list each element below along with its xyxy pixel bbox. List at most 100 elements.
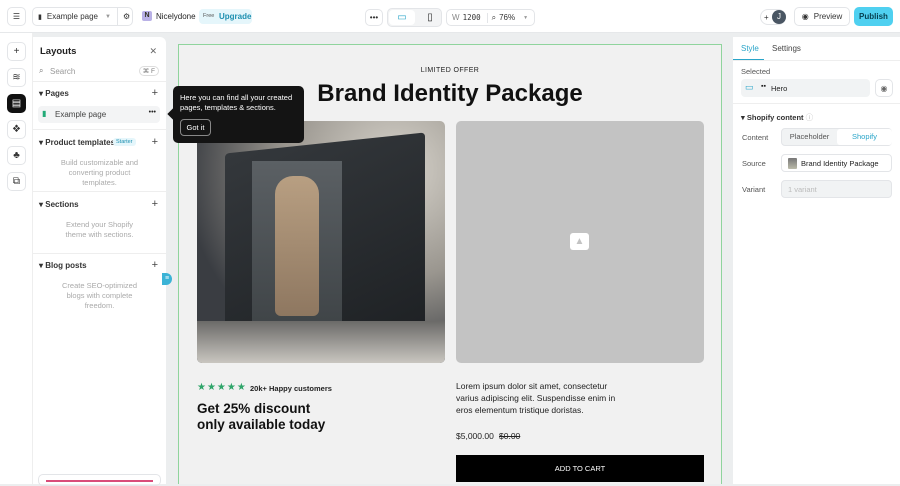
eye-icon: ◉ [801, 12, 809, 21]
blog-posts-desc: Create SEO-optimized blogs with complete… [61, 281, 138, 310]
width-label: W [452, 13, 460, 22]
source-value: Brand Identity Package [801, 158, 879, 168]
workspace-name[interactable]: Nicelydone [156, 12, 196, 21]
zoom-select[interactable]: 76% [499, 13, 515, 22]
shopify-content-title: Shopify content [746, 113, 804, 122]
bottom-card [38, 474, 161, 486]
upgrade-link[interactable]: Upgrade [219, 12, 251, 21]
close-icon[interactable]: ✕ [149, 46, 157, 57]
layers-button[interactable]: ≋ [7, 68, 26, 87]
page-icon: ▮ [42, 109, 47, 118]
image-placeholder: ▲ [456, 121, 704, 363]
variant-label: Variant [742, 185, 766, 194]
mobile-view-button[interactable]: ▯ [418, 10, 442, 25]
components-icon: ❖ [12, 124, 21, 135]
got-it-button[interactable]: Got it [180, 119, 211, 136]
product-templates-title: Product templates [45, 138, 116, 147]
inspector-panel: Style Settings Selected ▭ ▪▪ Hero ◉ ▾ Sh… [733, 37, 900, 484]
eyebrow-text: LIMITED OFFER [420, 67, 480, 74]
upgrade-badge[interactable]: Free Upgrade [199, 9, 252, 24]
more-icon: ••• [369, 13, 379, 22]
product-templates-header[interactable]: ▾ Product templates [39, 138, 115, 147]
source-select[interactable]: Brand Identity Package [781, 154, 892, 172]
zoom-icon: ⌕ [486, 12, 496, 23]
canvas-size-control: W 1200 ⌕ 76% ▼ [446, 9, 535, 26]
selected-element[interactable]: ▭ ▪▪ Hero [741, 79, 870, 97]
add-section-icon[interactable]: + [152, 198, 158, 210]
layouts-panel: Layouts ✕ ⌕ Search ⌘ F ▾ Pages + ▮ Examp… [33, 37, 166, 486]
image-icon: ▲ [570, 233, 589, 250]
blog-posts-title: Blog posts [45, 261, 87, 270]
page-item-label: Example page [55, 110, 107, 119]
compare-price: $0.00 [499, 431, 521, 441]
product-templates-desc: Build customizable and converting produc… [60, 158, 139, 187]
tab-settings[interactable]: Settings [772, 44, 801, 53]
components-button[interactable]: ❖ [7, 120, 26, 139]
media-button[interactable]: ⧉ [7, 172, 26, 191]
plus-icon: + [764, 12, 769, 22]
chevron-down-icon: ▼ [523, 14, 529, 21]
shopify-option[interactable]: Shopify [837, 129, 892, 145]
sections-desc: Extend your Shopify theme with sections. [65, 220, 134, 239]
add-page-icon[interactable]: + [152, 87, 158, 99]
add-blog-icon[interactable]: + [152, 259, 158, 271]
onboarding-tooltip: Here you can find all your created pages… [167, 86, 304, 143]
product-thumbnail [788, 157, 797, 169]
page-settings-icon[interactable]: ⚙ [117, 8, 130, 25]
sections-title: Sections [45, 200, 79, 209]
publish-button[interactable]: Publish [854, 7, 893, 26]
list-item[interactable]: ▮ Example page ••• [38, 106, 160, 123]
add-element-button[interactable]: + [7, 42, 26, 61]
visibility-toggle[interactable]: ◉ [875, 79, 893, 97]
device-toggle: ▭ ▯ [387, 8, 442, 27]
mobile-icon: ▯ [427, 12, 433, 23]
blog-posts-header[interactable]: ▾ Blog posts [39, 261, 87, 270]
pages-header[interactable]: ▾ Pages [39, 89, 69, 98]
width-input[interactable]: 1200 [463, 13, 481, 22]
variant-select[interactable]: 1 variant [781, 180, 892, 198]
more-icon[interactable]: ••• [149, 109, 156, 116]
product-image [197, 121, 445, 363]
shopify-content-header[interactable]: ▾ Shopify content ⓘ [741, 112, 813, 123]
menu-button[interactable]: ☰ [7, 7, 26, 26]
layers-icon: ≋ [12, 72, 21, 83]
page-selector[interactable]: ▮ Example page ▼ ⚙ [32, 7, 133, 26]
menu-icon: ☰ [12, 12, 21, 21]
section-icon: ▪▪ [761, 83, 766, 90]
source-label: Source [742, 159, 766, 168]
layouts-button[interactable]: ▤ [7, 94, 26, 113]
media-icon: ⧉ [12, 176, 21, 187]
content-toggle: Placeholder Shopify [781, 128, 892, 146]
tab-style[interactable]: Style [741, 44, 759, 53]
starter-badge: Starter [113, 138, 136, 146]
panel-resize-handle[interactable]: ≡ [162, 273, 172, 285]
tool-rail: + ≋ ▤ ❖ ♣ ⧉ [0, 33, 33, 484]
search-icon: ⌕ [39, 66, 44, 75]
page-icon: ▮ [38, 13, 42, 21]
product-description: Lorem ipsum dolor sit amet, consectetur … [456, 381, 616, 415]
preview-button[interactable]: ◉ Preview [794, 7, 850, 26]
add-to-cart-button[interactable]: ADD TO CART [456, 455, 704, 482]
promo-line: Get 25% discount [197, 401, 311, 416]
rating-text: 20k+ Happy customers [250, 384, 332, 393]
sections-header[interactable]: ▾ Sections [39, 200, 79, 209]
apps-button[interactable]: ♣ [7, 146, 26, 165]
chevron-down-icon: ▼ [105, 13, 111, 20]
selected-element-name: Hero [771, 84, 788, 93]
add-template-icon[interactable]: + [152, 136, 158, 148]
content-label: Content [742, 133, 769, 142]
avatar[interactable]: J [772, 10, 786, 24]
desktop-view-button[interactable]: ▭ [389, 10, 415, 25]
more-button[interactable]: ••• [365, 9, 383, 26]
desktop-icon: ▭ [745, 82, 754, 92]
promo-text: Get 25% discount only available today [197, 401, 325, 433]
selected-label: Selected [741, 67, 771, 76]
desktop-icon: ▭ [397, 12, 407, 23]
price: $5,000.00 [456, 431, 494, 441]
plan-badge: Free [203, 13, 215, 19]
preview-label: Preview [813, 12, 843, 21]
pages-title: Pages [45, 89, 69, 98]
tooltip-text: Here you can find all your created pages… [180, 93, 293, 112]
placeholder-option[interactable]: Placeholder [782, 129, 837, 145]
search-input[interactable]: Search [50, 67, 75, 76]
